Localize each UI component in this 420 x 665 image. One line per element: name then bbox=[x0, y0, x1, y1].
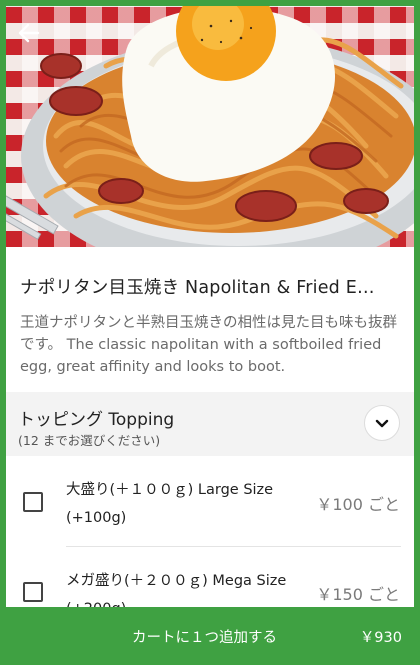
topping-collapse-button[interactable] bbox=[364, 405, 400, 441]
cart-total-price: ￥930 bbox=[359, 630, 402, 646]
napolitan-illustration bbox=[6, 6, 414, 247]
topping-checkbox-large[interactable] bbox=[23, 492, 43, 512]
topping-option-large[interactable]: 大盛り(＋１００ｇ) Large Size (+100g) ￥100 ごと bbox=[6, 456, 414, 546]
add-to-cart-button[interactable]: カートに１つ追加する ￥930 bbox=[0, 607, 420, 665]
topping-checkbox-mega[interactable] bbox=[23, 582, 43, 602]
topping-title: トッピング Topping bbox=[18, 410, 175, 430]
item-description: 王道ナポリタンと半熟目玉焼きの相性は見た目も味も抜群です。 The classi… bbox=[20, 315, 397, 375]
item-title: ナポリタン目玉焼き Napolitan & Fried E… bbox=[20, 278, 375, 298]
arrow-left-icon bbox=[18, 23, 40, 43]
topping-option-price: ￥150 ごと bbox=[316, 585, 400, 604]
topping-subtitle: (12 までお選びください) bbox=[18, 433, 161, 448]
topping-option-price: ￥100 ごと bbox=[316, 495, 400, 514]
add-to-cart-label: カートに１つ追加する bbox=[132, 630, 277, 646]
back-button[interactable] bbox=[18, 22, 50, 54]
food-photo bbox=[6, 6, 414, 247]
topping-option-label: 大盛り(＋１００ｇ) Large Size (+100g) bbox=[66, 482, 274, 526]
item-detail-sheet: ナポリタン目玉焼き Napolitan & Fried E… 王道ナポリタンと半… bbox=[6, 6, 414, 665]
chevron-down-icon bbox=[375, 419, 389, 428]
topping-section-header: トッピング Topping (12 までお選びください) bbox=[6, 392, 414, 456]
